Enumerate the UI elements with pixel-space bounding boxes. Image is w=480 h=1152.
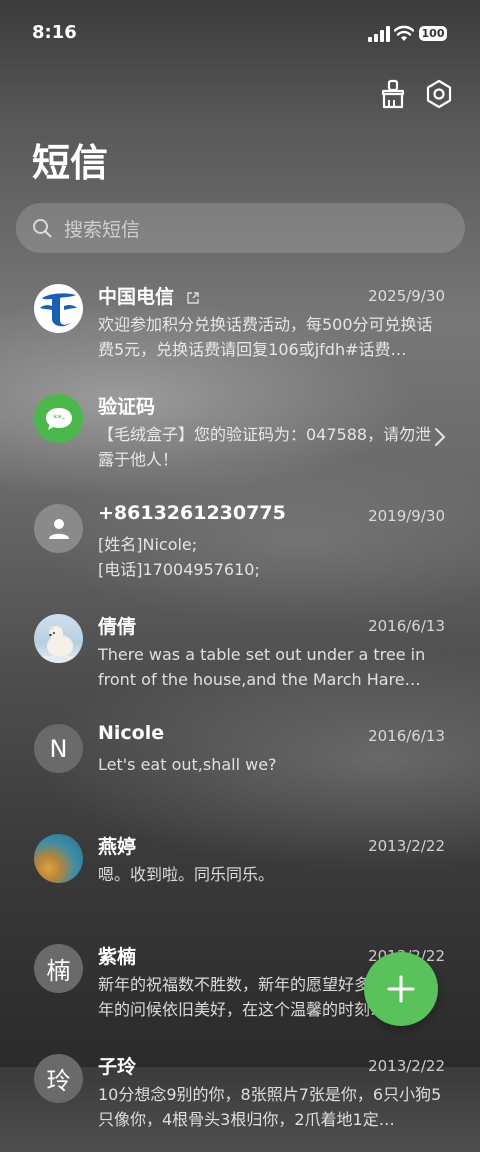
polar-bear-avatar <box>34 614 83 663</box>
new-message-button[interactable] <box>364 952 438 1026</box>
letter-avatar: 楠 <box>34 944 83 993</box>
conversation-name: +8613261230775 <box>98 502 286 524</box>
search-placeholder: 搜索短信 <box>64 218 141 241</box>
conversation-preview: [姓名]Nicole; [电话]17004957610; <box>98 535 260 579</box>
conversation-date: 2013/2/22 <box>368 1057 445 1075</box>
external-link-icon <box>186 291 199 304</box>
plus-icon <box>387 975 415 1003</box>
broom-icon <box>381 79 405 109</box>
conversation-name: 燕婷 <box>98 836 137 858</box>
china-telecom-avatar <box>34 284 83 333</box>
conversation-item-phone[interactable]: +8613261230775 2019/9/30 [姓名]Nicole; [电话… <box>0 492 480 602</box>
conversation-preview: There was a table set out under a tree i… <box>98 645 426 689</box>
conversation-name: 倩倩 <box>98 616 137 638</box>
person-icon <box>48 518 69 539</box>
svg-text:**-: **- <box>52 414 64 424</box>
conversation-name: Nicole <box>98 722 165 744</box>
signal-icon <box>368 26 390 42</box>
conversation-date: 2016/6/13 <box>368 617 445 635</box>
clean-button[interactable] <box>378 76 408 112</box>
polar-bear-photo-icon <box>34 626 83 663</box>
conversation-date: 2016/6/13 <box>368 727 445 745</box>
conversation-preview: 【毛绒盒子】您的验证码为：047588，请勿泄露于他人！ <box>98 425 432 469</box>
battery-indicator: 100 <box>419 26 447 41</box>
conversation-name: 中国电信 <box>98 282 200 309</box>
conversation-item-yanting[interactable]: 燕婷 2013/2/22 嗯。收到啦。同乐同乐。 <box>0 822 480 932</box>
search-input[interactable]: 搜索短信 <box>16 203 465 253</box>
settings-icon <box>426 79 452 109</box>
china-telecom-logo-icon <box>34 284 83 333</box>
conversation-item-verification-code[interactable]: **- 验证码 【毛绒盒子】您的验证码为：047588，请勿泄露于他人！ <box>0 382 480 492</box>
search-icon <box>33 219 52 238</box>
conversation-item-china-telecom[interactable]: 中国电信 2025/9/30 欢迎参加积分兑换话费活动，每500分可兑换话费5元… <box>0 272 480 382</box>
ocean-photo-avatar <box>34 834 83 883</box>
person-avatar <box>34 504 83 553</box>
conversation-date: 2019/9/30 <box>368 507 445 525</box>
conversation-preview: Let's eat out,shall we? <box>98 755 277 774</box>
conversation-name: 验证码 <box>98 396 156 418</box>
conversation-item-nicole[interactable]: N Nicole 2016/6/13 Let's eat out,shall w… <box>0 712 480 822</box>
status-time: 8:16 <box>32 22 77 43</box>
conversation-preview: 欢迎参加积分兑换话费活动，每500分可兑换话费5元，兑换话费请回复106或jfd… <box>98 315 433 359</box>
header-actions <box>378 76 454 112</box>
conversation-date: 2013/2/22 <box>368 837 445 855</box>
verification-avatar: **- <box>34 394 83 443</box>
conversation-item-qianqian[interactable]: 倩倩 2016/6/13 There was a table set out u… <box>0 602 480 712</box>
wifi-icon <box>394 25 414 41</box>
conversation-preview: 10分想念9别的你，8张照片7张是你，6只小狗5只像你，4根骨头3根归你，2爪着… <box>98 1085 442 1129</box>
letter-avatar: N <box>34 724 83 773</box>
conversation-date: 2025/9/30 <box>368 287 445 305</box>
status-bar: 8:16 100 <box>0 0 480 66</box>
conversation-item-ziling[interactable]: 玲 子玲 2013/2/22 10分想念9别的你，8张照片7张是你，6只小狗5只… <box>0 1042 480 1152</box>
page-title: 短信 <box>32 141 109 185</box>
chevron-right-icon <box>435 428 445 446</box>
conversation-preview: 嗯。收到啦。同乐同乐。 <box>98 865 275 884</box>
conversation-name: 子玲 <box>98 1056 137 1078</box>
letter-avatar: 玲 <box>34 1054 83 1103</box>
conversation-name: 紫楠 <box>98 946 137 968</box>
settings-button[interactable] <box>424 76 454 112</box>
message-bubble-icon: **- <box>45 407 72 430</box>
